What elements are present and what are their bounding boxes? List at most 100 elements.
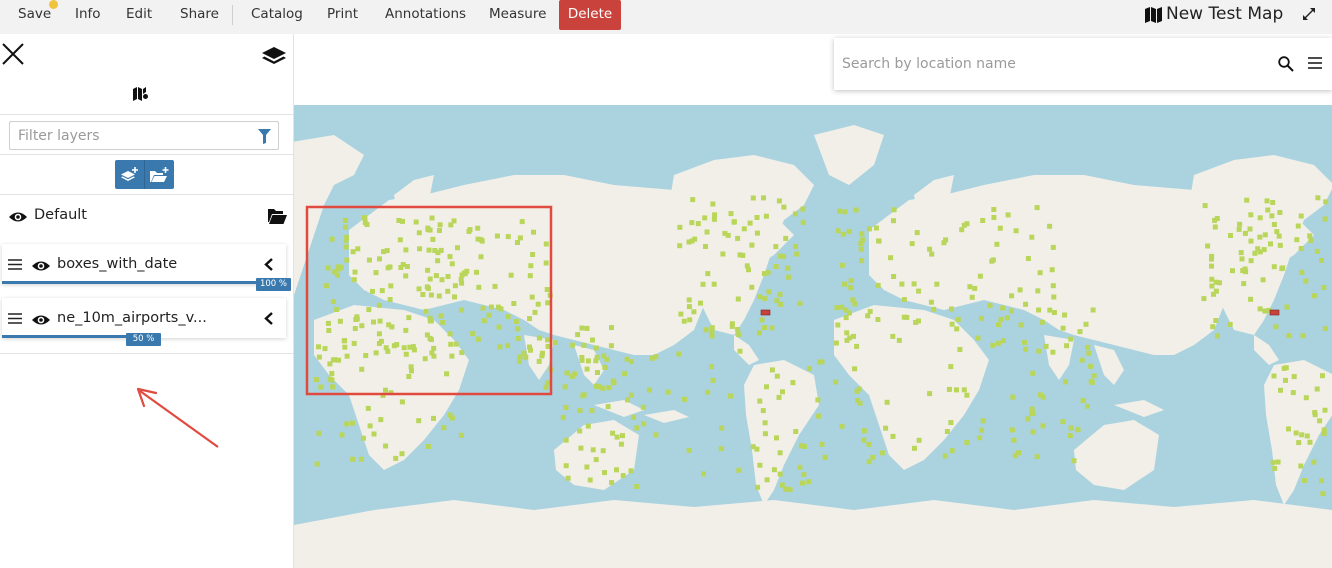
airport-marker	[1268, 241, 1273, 247]
airport-marker	[458, 432, 464, 438]
airport-marker	[1040, 423, 1046, 429]
search-icon[interactable]	[1278, 56, 1294, 72]
airport-marker	[422, 356, 428, 362]
map-canvas[interactable]	[294, 34, 1332, 568]
delete-button[interactable]: Delete	[559, 0, 621, 30]
airport-marker	[1210, 324, 1216, 330]
annotations-button[interactable]: Annotations	[385, 0, 466, 30]
drag-handle-icon[interactable]	[8, 259, 22, 270]
world-map[interactable]	[294, 105, 1332, 568]
airport-marker	[1071, 458, 1077, 464]
edit-button[interactable]: Edit	[126, 0, 152, 30]
add-group-button[interactable]	[145, 160, 174, 189]
drag-handle-icon[interactable]	[8, 313, 22, 324]
airport-marker	[1261, 247, 1267, 253]
airport-marker	[545, 337, 550, 343]
chevron-left-icon[interactable]	[264, 258, 273, 271]
airport-marker	[980, 218, 986, 223]
airport-marker	[386, 322, 392, 328]
airport-marker	[844, 337, 850, 343]
menu-icon[interactable]	[1308, 57, 1322, 69]
airport-marker	[774, 373, 780, 379]
airport-marker	[515, 326, 521, 332]
airport-marker	[949, 306, 954, 312]
close-icon[interactable]	[2, 43, 24, 65]
airport-marker	[1262, 308, 1268, 314]
airport-marker	[517, 235, 523, 241]
share-button[interactable]: Share	[180, 0, 219, 30]
opacity-slider-track[interactable]	[2, 281, 286, 284]
airport-marker	[474, 269, 479, 275]
layers-icon[interactable]	[262, 47, 286, 68]
airport-marker	[754, 215, 760, 220]
airport-marker	[1035, 288, 1041, 294]
airport-marker	[379, 288, 385, 294]
airport-marker	[987, 303, 993, 308]
eye-icon[interactable]	[32, 314, 50, 326]
antarctica	[294, 500, 1332, 568]
airport-marker	[899, 281, 905, 287]
airport-marker	[1271, 222, 1277, 227]
airport-marker	[634, 425, 640, 431]
filter-layers-field[interactable]	[9, 121, 279, 150]
save-button[interactable]: Save	[18, 0, 51, 30]
airport-marker	[891, 218, 896, 224]
eye-icon[interactable]	[9, 211, 27, 223]
airport-marker	[584, 325, 590, 331]
layer-group-default[interactable]: Default	[0, 197, 294, 235]
airport-marker	[1257, 234, 1263, 240]
airport-marker	[377, 318, 383, 324]
opacity-slider-track[interactable]	[2, 335, 144, 338]
airport-marker	[990, 257, 996, 263]
airport-marker	[835, 322, 841, 328]
airport-marker	[399, 399, 405, 405]
airport-marker	[857, 400, 863, 406]
airport-marker	[560, 414, 566, 420]
catalog-button[interactable]: Catalog	[251, 0, 303, 30]
airport-marker	[578, 445, 584, 451]
airport-marker	[563, 405, 569, 410]
airport-marker	[691, 309, 697, 315]
airport-marker	[689, 220, 695, 226]
catalog-icon[interactable]	[133, 86, 148, 101]
airport-marker	[1286, 333, 1292, 339]
airport-marker	[528, 263, 534, 269]
airport-marker	[854, 343, 860, 349]
airport-marker	[316, 344, 321, 350]
airport-marker	[466, 228, 472, 234]
layer-item-ne-10m-airports[interactable]: ne_10m_airports_v... 50 %	[2, 298, 286, 346]
airport-marker	[330, 299, 336, 305]
folder-open-icon[interactable]	[268, 209, 287, 224]
airport-marker	[475, 225, 481, 231]
airport-marker	[449, 353, 455, 359]
airport-marker	[735, 327, 741, 332]
airport-marker	[435, 258, 441, 264]
airport-marker	[543, 241, 549, 247]
airport-marker	[610, 430, 616, 436]
add-layer-button[interactable]	[115, 160, 144, 189]
layer-item-boxes-with-date[interactable]: boxes_with_date 100 %	[2, 244, 291, 291]
airport-marker	[754, 230, 760, 236]
filter-layers-input[interactable]	[18, 126, 248, 146]
info-button[interactable]: Info	[75, 0, 101, 30]
airport-marker	[325, 265, 331, 271]
print-button[interactable]: Print	[327, 0, 358, 30]
airport-marker	[365, 405, 371, 411]
airport-marker	[701, 471, 706, 477]
measure-button[interactable]: Measure	[489, 0, 546, 30]
airport-marker	[1236, 226, 1242, 232]
eye-icon[interactable]	[32, 260, 50, 272]
filter-icon[interactable]	[258, 129, 271, 144]
airport-marker	[833, 340, 839, 346]
airport-marker	[1060, 419, 1066, 425]
airport-marker	[580, 393, 586, 399]
airport-marker	[595, 370, 600, 375]
airport-marker	[314, 377, 319, 383]
airport-marker	[800, 206, 806, 212]
chevron-left-icon[interactable]	[264, 312, 273, 325]
airport-marker	[800, 480, 805, 486]
airport-marker	[1303, 395, 1309, 401]
search-input[interactable]	[842, 54, 1262, 74]
airport-marker	[1255, 246, 1261, 252]
expand-icon[interactable]	[1303, 8, 1315, 20]
